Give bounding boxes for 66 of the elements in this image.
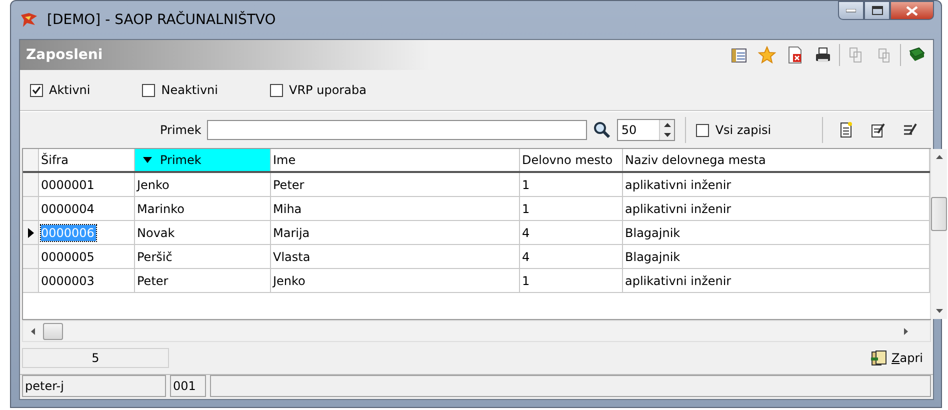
limit-spinner[interactable]: 50 <box>617 119 676 141</box>
scroll-right-icon[interactable] <box>904 328 908 334</box>
table-cell: 0000005 <box>39 245 135 268</box>
checkmark-icon <box>32 86 41 94</box>
table-cell: Peter <box>135 269 271 292</box>
close-panel-button[interactable]: Zapri <box>868 348 925 368</box>
checkbox-label[interactable]: Neaktivni <box>161 83 218 97</box>
table-cell: 1 <box>520 269 623 292</box>
table-cell: Jenko <box>271 269 520 292</box>
checkbox[interactable] <box>270 84 283 96</box>
table-cell: 0000004 <box>39 197 135 220</box>
close-button[interactable] <box>890 1 934 20</box>
maximize-icon <box>872 6 882 15</box>
app-logo-icon <box>19 11 39 29</box>
scroll-up-icon[interactable] <box>936 155 942 159</box>
table-cell: 1 <box>520 197 623 220</box>
table-cell: Marija <box>271 221 520 244</box>
vertical-scrollbar[interactable] <box>930 149 947 319</box>
row-indicator-cell[interactable] <box>23 197 39 220</box>
search-icon[interactable] <box>593 121 612 139</box>
table-cell: 4 <box>520 245 623 268</box>
column-header[interactable]: Ime <box>271 149 520 171</box>
row-indicator-cell[interactable] <box>23 221 39 244</box>
row-indicator-cell[interactable] <box>23 173 39 196</box>
table-cell: 0000003 <box>39 269 135 292</box>
table-cell: Novak <box>135 221 271 244</box>
table-cell: Peršič <box>135 245 271 268</box>
column-header[interactable]: Delovno mesto <box>520 149 623 171</box>
table-cell: 4 <box>520 221 623 244</box>
scroll-down-icon[interactable] <box>936 309 942 313</box>
search-field[interactable] <box>207 120 588 140</box>
minimize-icon <box>846 8 856 12</box>
row-indicator-cell[interactable] <box>23 245 39 268</box>
row-indicator-cell[interactable] <box>23 269 39 292</box>
table-cell: Peter <box>271 173 520 196</box>
maximize-button[interactable] <box>864 1 890 20</box>
checkbox-label[interactable]: Aktivni <box>49 83 90 97</box>
column-header[interactable]: Šifra <box>39 149 135 171</box>
table-cell: Marinko <box>135 197 271 220</box>
checkbox[interactable] <box>696 124 710 136</box>
panel-title: Zaposleni <box>26 47 103 63</box>
status-code: 001 <box>170 375 206 397</box>
table-cell: Miha <box>271 197 520 220</box>
scrollbar-thumb[interactable] <box>43 322 63 340</box>
table-cell: 0000001 <box>39 173 135 196</box>
table-cell: 1 <box>520 173 623 196</box>
minimize-button[interactable] <box>838 1 864 20</box>
search-label: Primek <box>160 123 202 137</box>
horizontal-scrollbar[interactable] <box>22 320 931 342</box>
checkbox-label[interactable]: Vsi zapisi <box>715 123 772 137</box>
current-row-icon <box>28 228 34 238</box>
table-cell: Jenko <box>135 173 271 196</box>
window-title: [DEMO] - SAOP RAČUNALNIŠTVO <box>47 12 276 28</box>
checkbox-label[interactable]: VRP uporaba <box>289 83 366 97</box>
column-header[interactable]: Naziv delovnega mesta <box>623 149 930 171</box>
sort-descending-icon <box>143 157 152 163</box>
checkbox[interactable] <box>30 84 43 96</box>
close-icon <box>906 6 918 16</box>
scroll-left-icon[interactable] <box>31 328 35 334</box>
scrollbar-thumb[interactable] <box>931 197 947 231</box>
status-user: peter-j <box>22 375 166 397</box>
column-header[interactable]: Primek <box>135 149 271 171</box>
table-cell: 0000006 <box>39 221 135 244</box>
record-count: 5 <box>22 348 169 368</box>
checkbox[interactable] <box>142 84 156 96</box>
table-cell: Vlasta <box>271 245 520 268</box>
